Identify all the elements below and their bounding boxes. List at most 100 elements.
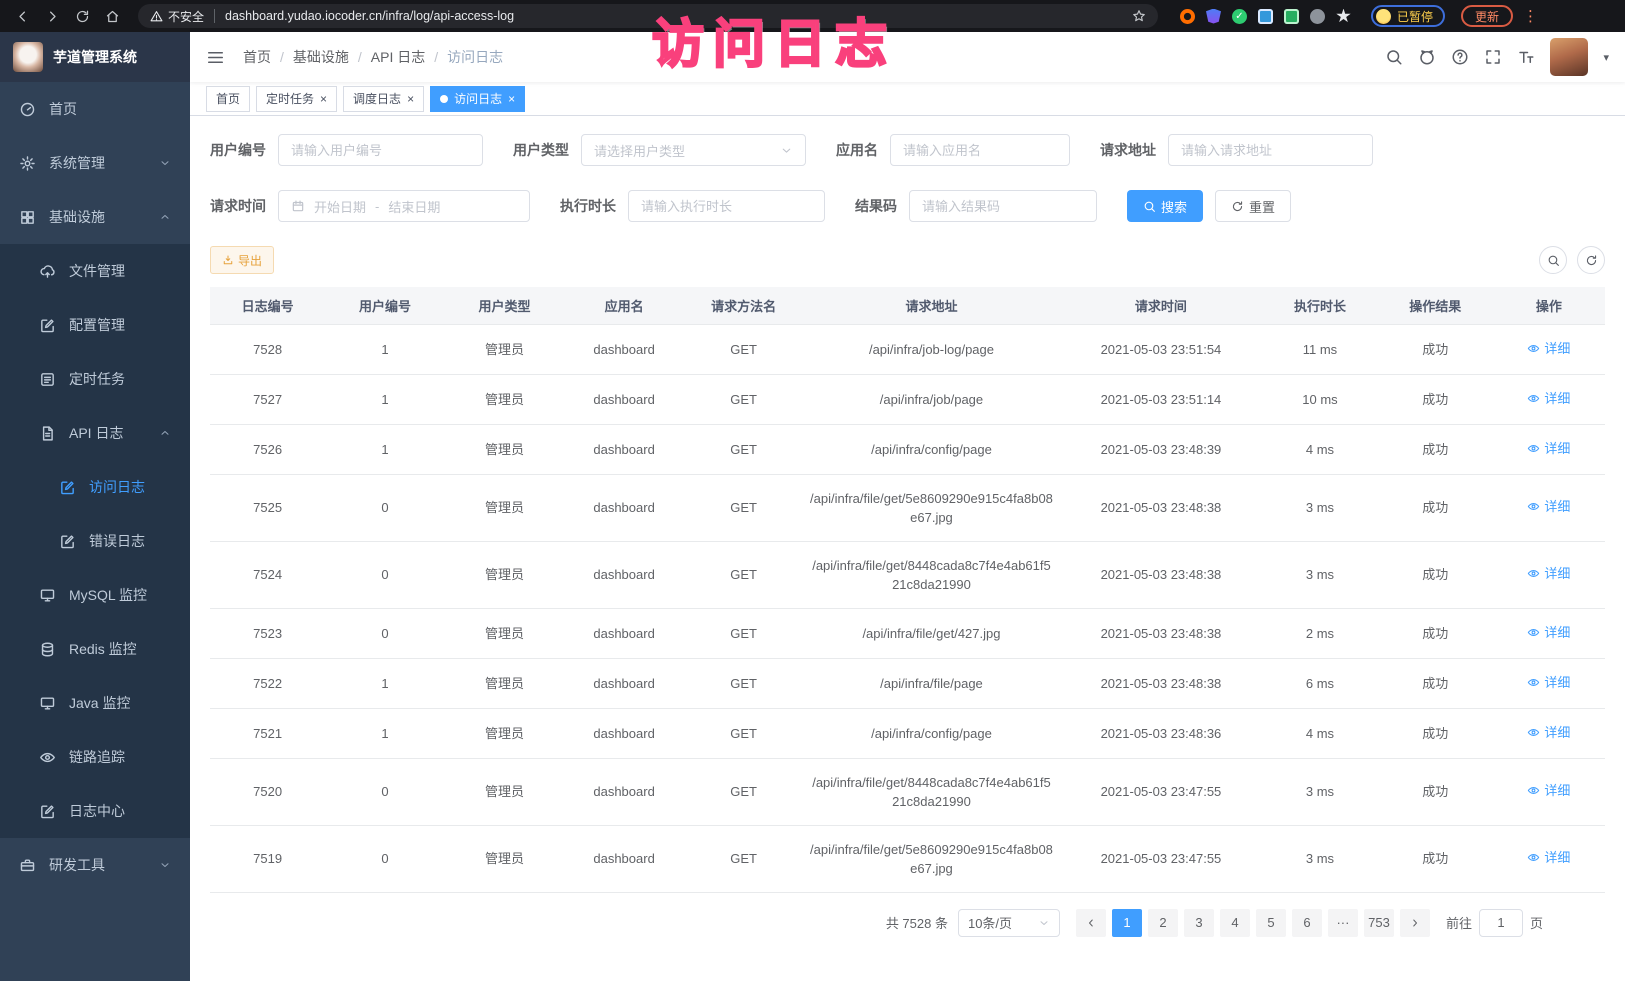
bookmark-star-icon[interactable] — [1132, 9, 1146, 23]
user-type-select[interactable]: 请选择用户类型 — [581, 134, 806, 166]
browser-back-button[interactable] — [10, 5, 34, 27]
browser-forward-button[interactable] — [40, 5, 64, 27]
sidebar: 芋道管理系统 首页 系统管理 基础设施 文件管理 配置管理 — [0, 32, 190, 981]
toggle-search-button[interactable] — [1539, 246, 1567, 274]
sidebar-item-redis[interactable]: Redis 监控 — [0, 622, 190, 676]
request-time-range-picker[interactable]: 开始日期 - 结束日期 — [278, 190, 530, 222]
extension-icon-gray[interactable] — [1310, 9, 1325, 24]
browser-home-button[interactable] — [100, 5, 124, 27]
cell-request-url: /api/infra/file/get/8448cada8c7f4e4ab61f… — [803, 541, 1059, 608]
security-chip[interactable]: 不安全 — [150, 8, 204, 25]
page-number-button[interactable]: 1 — [1112, 909, 1142, 937]
browser-profile-chip[interactable]: 已暂停 — [1371, 5, 1445, 27]
request-url-input[interactable] — [1168, 134, 1373, 166]
extension-icon-shield[interactable] — [1206, 9, 1221, 24]
filter-row-2: 请求时间 开始日期 - 结束日期 执行时长 结果码 — [210, 190, 1605, 222]
table-row: 7526 1 管理员 dashboard GET /api/infra/conf… — [210, 424, 1605, 474]
chevron-down-icon — [780, 144, 793, 157]
sidebar-item-error-log[interactable]: 错误日志 — [0, 514, 190, 568]
detail-link[interactable]: 详细 — [1527, 848, 1570, 867]
detail-link[interactable]: 详细 — [1527, 339, 1570, 358]
docs-help-icon[interactable] — [1451, 48, 1469, 66]
tag-item[interactable]: 访问日志 × — [430, 86, 525, 112]
detail-link[interactable]: 详细 — [1527, 389, 1570, 408]
detail-link[interactable]: 详细 — [1527, 564, 1570, 583]
duration-input[interactable] — [628, 190, 825, 222]
breadcrumb-infra[interactable]: 基础设施 — [293, 47, 349, 67]
page-number-button[interactable]: 3 — [1184, 909, 1214, 937]
font-size-icon[interactable] — [1517, 48, 1535, 66]
sidebar-item-log-center[interactable]: 日志中心 — [0, 784, 190, 838]
close-icon[interactable]: × — [320, 93, 327, 105]
table-row: 7528 1 管理员 dashboard GET /api/infra/job-… — [210, 324, 1605, 374]
sidebar-item-mysql[interactable]: MySQL 监控 — [0, 568, 190, 622]
page-number-button[interactable]: 5 — [1256, 909, 1286, 937]
tag-item[interactable]: 首页 × — [206, 86, 250, 112]
detail-link[interactable]: 详细 — [1527, 723, 1570, 742]
address-bar[interactable]: 不安全 dashboard.yudao.iocoder.cn/infra/log… — [138, 4, 1158, 28]
refresh-table-button[interactable] — [1577, 246, 1605, 274]
sidebar-item-api-log[interactable]: API 日志 — [0, 406, 190, 460]
sidebar-logo[interactable]: 芋道管理系统 — [0, 32, 190, 82]
sidebar-item-file[interactable]: 文件管理 — [0, 244, 190, 298]
sidebar-item-infra[interactable]: 基础设施 — [0, 190, 190, 244]
user-id-input[interactable] — [278, 134, 483, 166]
header-search-icon[interactable] — [1385, 48, 1403, 66]
sidebar-item-access-log[interactable]: 访问日志 — [0, 460, 190, 514]
user-avatar[interactable] — [1550, 38, 1588, 76]
fullscreen-icon[interactable] — [1484, 48, 1502, 66]
cell-result: 成功 — [1378, 374, 1493, 424]
reset-button[interactable]: 重置 — [1215, 190, 1291, 222]
table-row: 7522 1 管理员 dashboard GET /api/infra/file… — [210, 658, 1605, 708]
detail-link[interactable]: 详细 — [1527, 439, 1570, 458]
sidebar-item-trace[interactable]: 链路追踪 — [0, 730, 190, 784]
search-button[interactable]: 搜索 — [1127, 190, 1203, 222]
extension-icon-blue[interactable] — [1258, 9, 1273, 24]
sidebar-item-java[interactable]: Java 监控 — [0, 676, 190, 730]
app-name-input[interactable] — [890, 134, 1070, 166]
next-page-button[interactable] — [1400, 909, 1430, 937]
breadcrumb-api-log[interactable]: API 日志 — [371, 47, 425, 67]
browser-update-button[interactable]: 更新 — [1461, 5, 1513, 27]
result-code-input[interactable] — [909, 190, 1097, 222]
detail-link[interactable]: 详细 — [1527, 497, 1570, 516]
extension-icon-pinwheel[interactable] — [1336, 9, 1351, 24]
close-icon[interactable]: × — [508, 93, 515, 105]
close-icon[interactable]: × — [407, 93, 414, 105]
detail-link[interactable]: 详细 — [1527, 781, 1570, 800]
sidebar-item-config[interactable]: 配置管理 — [0, 298, 190, 352]
cell-request-time: 2021-05-03 23:51:14 — [1060, 374, 1263, 424]
sidebar-item-job[interactable]: 定时任务 — [0, 352, 190, 406]
cell-user-id: 1 — [325, 374, 445, 424]
avatar-caret-down-icon[interactable]: ▾ — [1603, 51, 1609, 64]
extension-icon-orange[interactable] — [1180, 9, 1195, 24]
extension-icon-green-check[interactable]: ✓ — [1232, 9, 1247, 24]
sidebar-item-dev-tools[interactable]: 研发工具 — [0, 838, 190, 892]
calendar-icon — [291, 199, 305, 213]
tag-item[interactable]: 定时任务 × — [256, 86, 337, 112]
extension-icon-green-grid[interactable] — [1284, 9, 1299, 24]
cell-log-id: 7525 — [210, 474, 325, 541]
page-number-button[interactable]: ··· — [1328, 909, 1358, 937]
detail-link[interactable]: 详细 — [1527, 623, 1570, 642]
github-icon[interactable] — [1418, 48, 1436, 66]
page-number-button[interactable]: 2 — [1148, 909, 1178, 937]
page-number-button[interactable]: 4 — [1220, 909, 1250, 937]
browser-reload-button[interactable] — [70, 5, 94, 27]
page-number-button[interactable]: 753 — [1364, 909, 1394, 937]
export-button[interactable]: 导出 — [210, 246, 274, 274]
cell-user-id: 1 — [325, 324, 445, 374]
user-type-label: 用户类型 — [513, 140, 569, 160]
page-number-button[interactable]: 6 — [1292, 909, 1322, 937]
detail-link[interactable]: 详细 — [1527, 673, 1570, 692]
cell-user-type: 管理员 — [445, 758, 565, 825]
tag-item[interactable]: 调度日志 × — [343, 86, 424, 112]
sidebar-item-system[interactable]: 系统管理 — [0, 136, 190, 190]
page-size-select[interactable]: 10条/页 — [958, 909, 1060, 937]
prev-page-button[interactable] — [1076, 909, 1106, 937]
browser-menu-icon[interactable]: ⋮ — [1523, 7, 1538, 25]
breadcrumb-home[interactable]: 首页 — [243, 47, 271, 67]
hamburger-icon[interactable] — [206, 48, 225, 67]
sidebar-item-home[interactable]: 首页 — [0, 82, 190, 136]
goto-page-input[interactable] — [1479, 909, 1523, 937]
